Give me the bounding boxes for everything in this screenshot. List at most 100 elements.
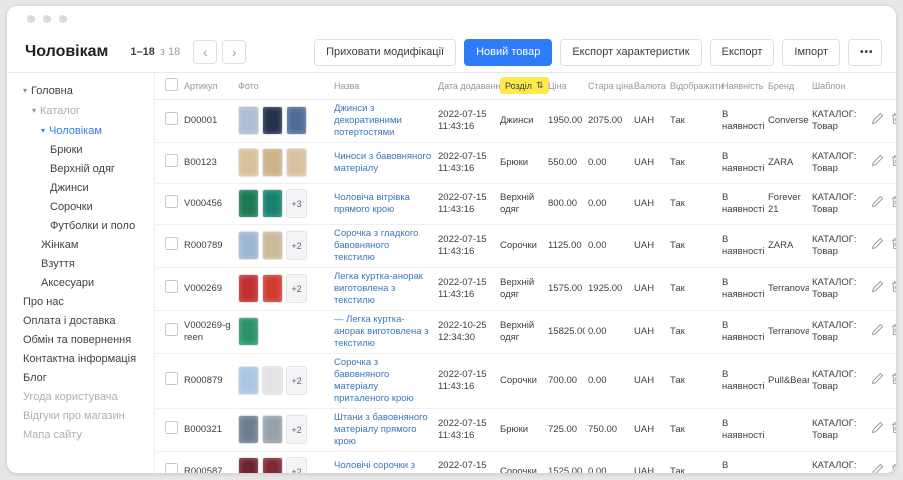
section: Сорочки	[500, 375, 537, 386]
row-checkbox[interactable]	[165, 154, 178, 167]
sidebar-item[interactable]: Обмін та повернення	[7, 331, 154, 350]
delete-button[interactable]	[887, 278, 896, 299]
sidebar-item[interactable]: Верхній одяг	[7, 160, 154, 179]
delete-button[interactable]	[887, 235, 896, 256]
old-price: 0.00	[588, 240, 607, 251]
new-product-button[interactable]: Новий товар	[464, 39, 552, 66]
product-photo	[238, 189, 259, 218]
window-control-dot[interactable]	[59, 15, 67, 23]
product-name-link[interactable]: Чоловічі сорочки з легкого текстилю	[334, 460, 415, 474]
sidebar-item[interactable]: Контактна інформація	[7, 350, 154, 369]
edit-button[interactable]	[868, 235, 887, 256]
delete-button[interactable]	[887, 152, 896, 173]
product-name-link[interactable]: Чоловіча вітрівка прямого крою	[334, 192, 410, 215]
column-header[interactable]: Ціна	[545, 73, 585, 99]
sidebar-item[interactable]: Угода користувача	[7, 388, 154, 407]
edit-button[interactable]	[868, 110, 887, 131]
more-photos-badge: +2	[286, 274, 307, 303]
pagination-prev-button[interactable]: ‹	[193, 40, 217, 64]
sidebar-item[interactable]: Відгуки про магазин	[7, 407, 154, 426]
edit-button[interactable]	[868, 152, 887, 173]
row-checkbox[interactable]	[165, 421, 178, 434]
delete-button[interactable]	[887, 193, 896, 214]
sidebar-item[interactable]: Про нас	[7, 293, 154, 312]
select-all-checkbox[interactable]	[165, 78, 178, 91]
sidebar-item[interactable]: ▾Головна	[7, 81, 154, 101]
sidebar-item[interactable]: Жінкам	[7, 236, 154, 255]
column-header[interactable]: Бренд	[765, 73, 809, 99]
import-button[interactable]: Імпорт	[782, 39, 840, 66]
sidebar-item[interactable]: Блог	[7, 369, 154, 388]
section: Брюки	[500, 157, 528, 168]
column-header-label: Артикул	[184, 81, 218, 91]
sidebar-item[interactable]: Аксесуари	[7, 274, 154, 293]
product-name-link[interactable]: Чиноси з бавовняного матеріалу	[334, 151, 431, 174]
sidebar-item[interactable]: Футболки и поло	[7, 217, 154, 236]
edit-button[interactable]	[868, 278, 887, 299]
column-header[interactable]: Валюта	[631, 73, 667, 99]
sku: R000879	[184, 375, 223, 386]
product-name-link[interactable]: — Легка куртка-анорак виготовлена з текс…	[334, 314, 429, 349]
row-checkbox[interactable]	[165, 237, 178, 250]
column-header-label: Шаблон	[812, 81, 845, 91]
sidebar-item[interactable]: ▾Чоловікам	[7, 121, 154, 141]
sidebar: ▾Головна▾Каталог▾ЧоловікамБрюкиВерхній о…	[7, 73, 155, 473]
edit-button[interactable]	[868, 370, 887, 391]
row-checkbox[interactable]	[165, 463, 178, 473]
row-checkbox[interactable]	[165, 323, 178, 336]
pagination-next-button[interactable]: ›	[222, 40, 246, 64]
availability: В наявності	[722, 369, 764, 392]
window-control-dot[interactable]	[43, 15, 51, 23]
product-photo	[262, 457, 283, 473]
column-header-label: Бренд	[768, 81, 794, 91]
edit-button[interactable]	[868, 193, 887, 214]
price: 1575.00	[548, 283, 582, 294]
row-checkbox[interactable]	[165, 280, 178, 293]
column-header[interactable]: Стара ціна	[585, 73, 631, 99]
column-header[interactable]: Розділ⇅	[497, 73, 545, 99]
chevron-down-icon: ▾	[23, 86, 27, 95]
product-name-link[interactable]: Сорочка з гладкого бавовняного текстилю	[334, 228, 418, 263]
column-header[interactable]: Наявність	[719, 73, 765, 99]
sidebar-item[interactable]: Сорочки	[7, 198, 154, 217]
delete-button[interactable]	[887, 419, 896, 440]
sidebar-item[interactable]: Джинси	[7, 179, 154, 198]
sidebar-item[interactable]: Взуття	[7, 255, 154, 274]
product-name-link[interactable]: Джинси з декоративними потертостями	[334, 103, 402, 138]
sidebar-item[interactable]: ▾Каталог	[7, 101, 154, 121]
currency: UAH	[634, 157, 654, 168]
table-row: B000321+2Штани з бавовняного матеріалу п…	[155, 408, 896, 451]
column-header[interactable]: Фото	[235, 73, 331, 99]
export-characteristics-button[interactable]: Експорт характеристик	[560, 39, 701, 66]
column-header[interactable]: Шаблон	[809, 73, 865, 99]
export-button[interactable]: Експорт	[710, 39, 775, 66]
delete-button[interactable]	[887, 321, 896, 342]
delete-button[interactable]	[887, 461, 896, 473]
row-checkbox[interactable]	[165, 372, 178, 385]
column-header[interactable]: Назва	[331, 73, 435, 99]
column-header[interactable]: Артикул	[181, 73, 235, 99]
more-actions-button[interactable]: •••	[848, 39, 882, 66]
edit-button[interactable]	[868, 419, 887, 440]
row-checkbox[interactable]	[165, 195, 178, 208]
price: 550.00	[548, 157, 577, 168]
product-name-link[interactable]: Легка куртка-анорак виготовлена з тексти…	[334, 271, 423, 306]
product-photo	[238, 366, 259, 395]
edit-button[interactable]	[868, 321, 887, 342]
row-checkbox[interactable]	[165, 112, 178, 125]
column-header[interactable]: Дата додавання	[435, 73, 497, 99]
product-photo	[238, 457, 259, 473]
sidebar-item[interactable]: Мапа сайту	[7, 426, 154, 445]
sidebar-item[interactable]: Брюки	[7, 141, 154, 160]
column-header[interactable]: Відображати	[667, 73, 719, 99]
window-control-dot[interactable]	[27, 15, 35, 23]
product-name-link[interactable]: Штани з бавовняного матеріалу прямого кр…	[334, 412, 428, 447]
delete-button[interactable]	[887, 370, 896, 391]
edit-button[interactable]	[868, 461, 887, 473]
sidebar-item[interactable]: Оплата і доставка	[7, 312, 154, 331]
pagination-range: 1–18	[130, 46, 154, 58]
sidebar-item-label: Обмін та повернення	[23, 334, 131, 346]
hide-modifications-button[interactable]: Приховати модифікації	[314, 39, 456, 66]
product-name-link[interactable]: Сорочка з бавовняного матеріалу притален…	[334, 357, 414, 404]
delete-button[interactable]	[887, 110, 896, 131]
